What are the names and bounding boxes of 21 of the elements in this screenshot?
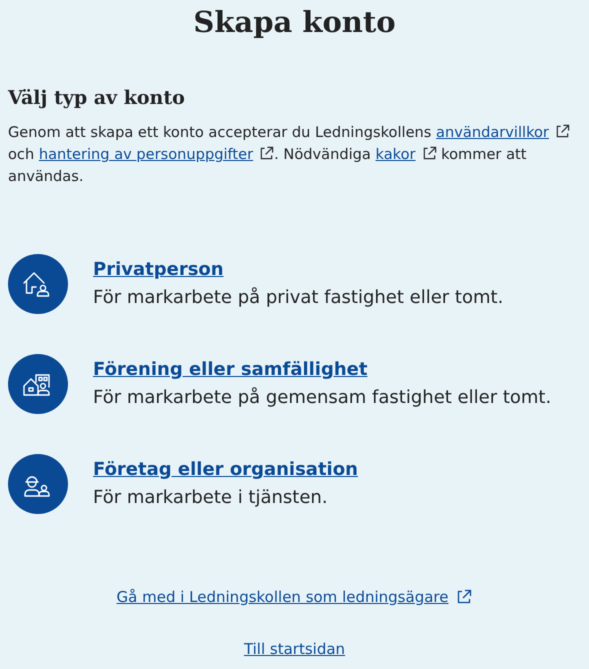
external-link-icon [554,124,570,139]
terms-link[interactable]: kakor [376,146,437,163]
account-type-description: För markarbete på gemensam fastighet eller tomt. [93,386,552,410]
worker-person-icon [8,454,68,514]
footer-link[interactable]: Till startsidan [244,638,346,660]
terms-link[interactable]: användarvillkor [436,124,570,141]
external-link-icon [259,146,274,161]
buildings-person-icon [8,354,68,414]
terms-link[interactable]: hantering av personuppgifter [38,146,274,163]
external-link-icon [456,589,472,605]
account-type-description: För markarbete på privat fastighet eller tomt. [93,286,504,310]
account-type-link[interactable]: Förening eller samfällighet [93,358,368,382]
account-type-link[interactable]: Företag eller organisation [93,458,358,482]
terms-text: Genom att skapa ett konto accepterar du Ledningskollens användarvillkor och hantering av personuppgifter . Nödvändiga kakor kommer att användas. [8,122,581,188]
account-type-description: För markarbete i tjänsten. [93,486,328,510]
section-heading: Välj typ av konto [8,86,186,111]
page-title: Skapa konto [192,4,397,41]
external-link-icon [422,146,437,161]
house-person-icon [8,254,68,314]
account-type-link[interactable]: Privatperson [93,258,224,282]
footer-link[interactable]: Gå med i Ledningskollen som ledningsägare [116,586,472,608]
